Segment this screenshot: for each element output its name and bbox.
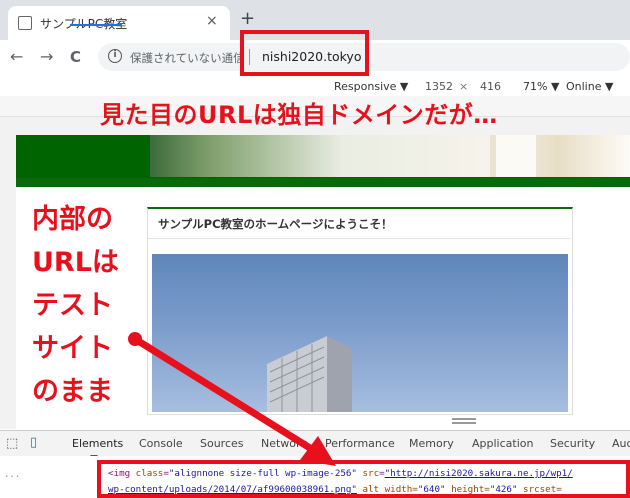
annotation-arrow-layer bbox=[128, 332, 336, 466]
annotation-arrow-line bbox=[133, 336, 320, 456]
arrow-head-icon bbox=[300, 436, 336, 466]
